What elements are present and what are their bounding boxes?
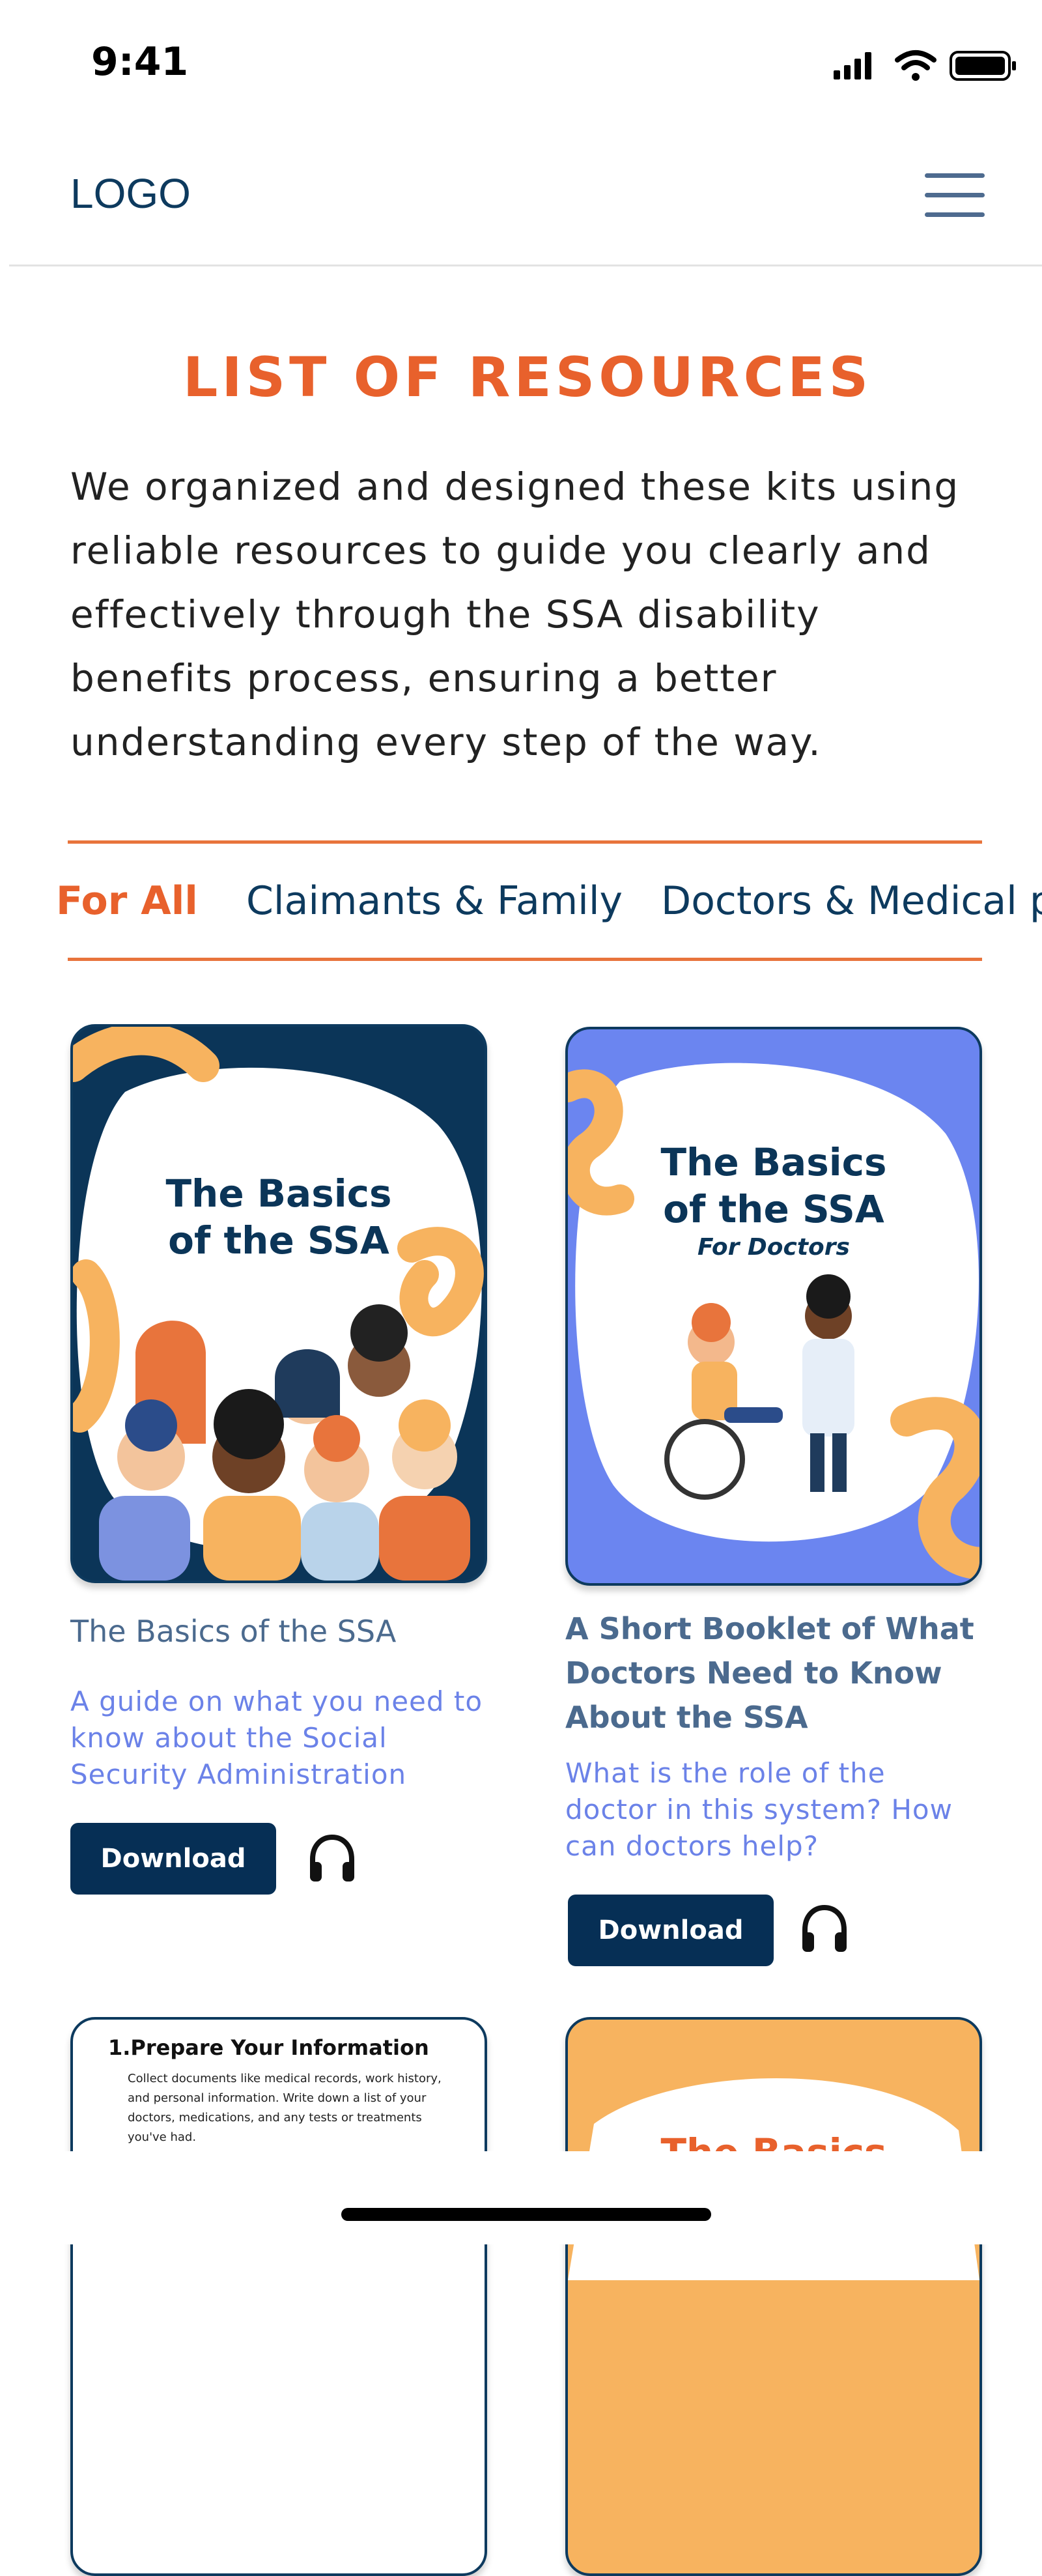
cover-text: Collect documents like medical records, … — [128, 2069, 442, 2147]
cover-text-line: Collect documents like medical records, … — [128, 2072, 442, 2085]
tab-for-all[interactable]: For All — [56, 878, 198, 924]
cover-subtitle: For Doctors — [697, 1234, 850, 1261]
card-description: What is the role of the doctor in this s… — [565, 1755, 953, 1865]
tabs-bottom-border — [68, 958, 982, 961]
top-navigation: LOGO — [0, 124, 1042, 267]
bottom-safe-area — [0, 2151, 1042, 2244]
battery-icon — [950, 51, 1016, 81]
status-icons — [834, 46, 1042, 85]
cover-title-line: of the SSA — [663, 1187, 884, 1231]
cover-title: The Basics of the SSA — [568, 1139, 979, 1233]
intro-line: understanding every step of the way. — [70, 720, 822, 764]
intro-line: We organized and designed these kits usi… — [70, 465, 960, 509]
card-description-line: doctor in this system? How — [565, 1794, 953, 1825]
headphones-icon[interactable] — [798, 1904, 851, 1956]
cover-title: The Basics of the SSA — [73, 1170, 485, 1264]
resource-cover-basics-partial[interactable]: The Basics — [565, 2017, 982, 2576]
resource-cover-basics-doctors[interactable]: The Basics of the SSA For Doctors — [565, 1027, 982, 1586]
headphones-icon[interactable] — [306, 1833, 358, 1885]
cover-text-line: you've had. — [128, 2130, 197, 2144]
cover-text-line: doctors, medications, and any tests or t… — [128, 2111, 422, 2125]
home-indicator[interactable] — [341, 2208, 711, 2221]
cover-title-line: The Basics — [165, 1171, 392, 1216]
resource-cover-basics[interactable]: The Basics of the SSA — [70, 1024, 487, 1583]
wifi-icon — [895, 50, 936, 81]
intro-line: reliable resources to guide you clearly … — [70, 528, 931, 573]
page-title: LIST OF RESOURCES — [182, 345, 873, 409]
card-title-line: The Basics of the SSA — [70, 1614, 397, 1649]
download-button[interactable]: Download — [70, 1823, 276, 1895]
resource-cover-prepare[interactable]: 1.Prepare Your Information Collect docum… — [70, 2017, 487, 2576]
intro-line: benefits process, ensuring a better — [70, 656, 778, 700]
cover-text-line: and personal information. Write down a l… — [128, 2091, 427, 2105]
card-title[interactable]: A Short Booklet of What Doctors Need to … — [565, 1607, 974, 1739]
tab-claimants-family[interactable]: Claimants & Family — [246, 878, 623, 924]
tab-doctors-medical[interactable]: Doctors & Medical pr — [661, 878, 1042, 924]
cover-heading: 1.Prepare Your Information — [108, 2035, 429, 2060]
intro-text: We organized and designed these kits usi… — [70, 455, 995, 774]
status-bar: 9:41 — [0, 0, 1042, 124]
intro-line: effectively through the SSA disability — [70, 592, 821, 637]
card-description-line: know about the Social — [70, 1722, 387, 1754]
cover-title-line: of the SSA — [168, 1218, 389, 1263]
category-tabs: For All Claimants & Family Doctors & Med… — [0, 847, 1042, 958]
card-description-line: What is the role of the — [565, 1757, 886, 1789]
card-title[interactable]: The Basics of the SSA — [70, 1609, 396, 1653]
tabs-top-border — [68, 840, 982, 844]
card-description: A guide on what you need to know about t… — [70, 1683, 483, 1793]
cover-title-line: The Basics — [660, 1140, 887, 1184]
header-divider — [9, 265, 1042, 266]
status-time: 9:41 — [91, 39, 189, 85]
hamburger-menu-icon[interactable] — [925, 173, 987, 219]
card-description-line: A guide on what you need to — [70, 1685, 483, 1717]
logo[interactable]: LOGO — [70, 169, 191, 218]
card-title-line: A Short Booklet of What — [565, 1611, 974, 1646]
card-description-line: Security Administration — [70, 1758, 407, 1790]
card-title-line: About the SSA — [565, 1700, 808, 1735]
card-title-line: Doctors Need to Know — [565, 1655, 942, 1691]
download-button[interactable]: Download — [568, 1895, 774, 1966]
signal-icon — [834, 52, 871, 79]
card-description-line: can doctors help? — [565, 1830, 819, 1862]
